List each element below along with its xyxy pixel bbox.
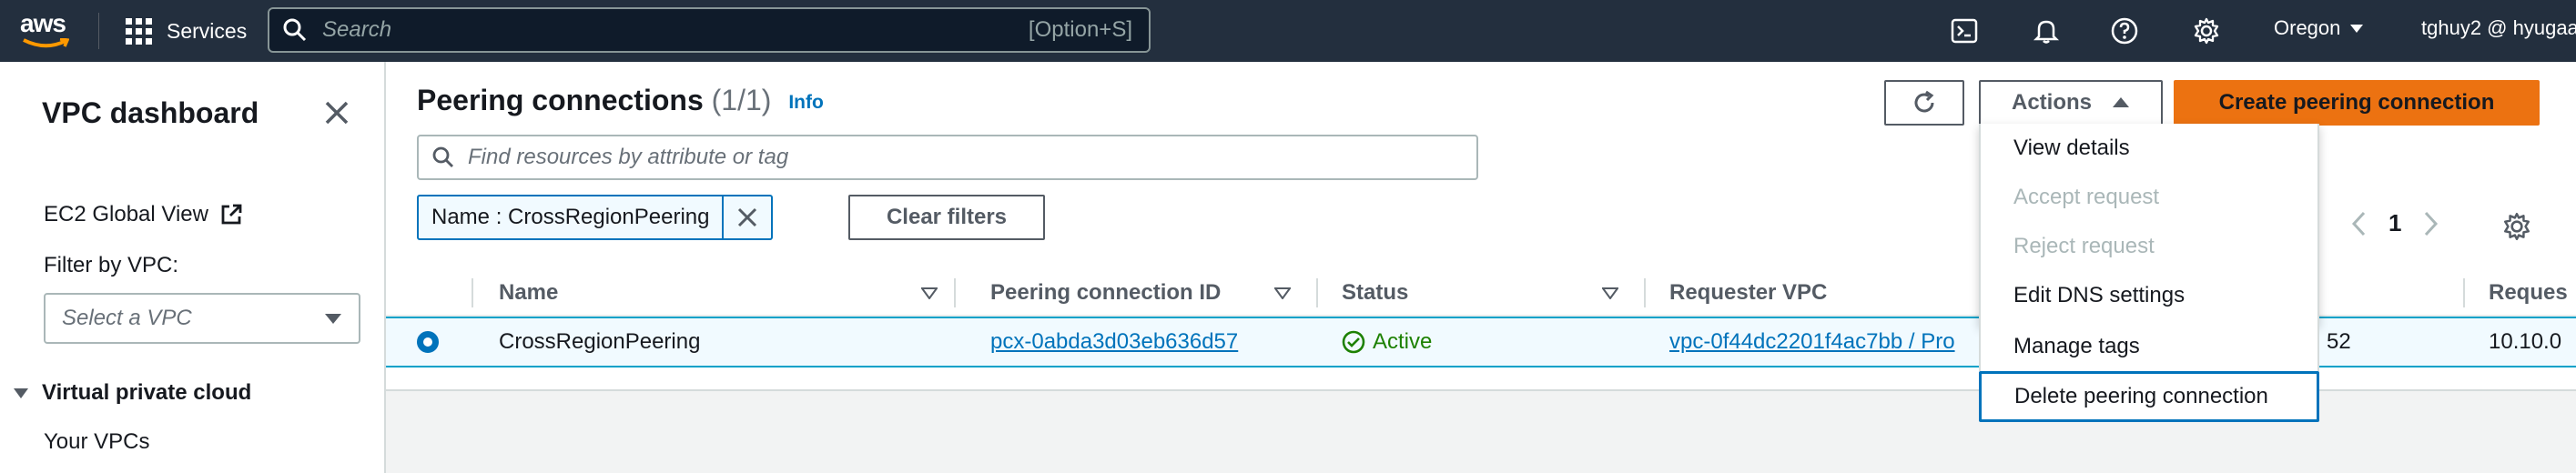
- peering-id-link[interactable]: pcx-0abda3d03eb636d57: [990, 329, 1238, 355]
- notifications-bell-icon[interactable]: [2030, 15, 2063, 47]
- aws-logo[interactable]: aws: [20, 9, 75, 53]
- column-header-peering-id[interactable]: Peering connection ID: [990, 269, 1221, 317]
- menu-item-reject-request: Reject request: [2013, 234, 2155, 258]
- close-icon[interactable]: [322, 98, 351, 127]
- create-peering-connection-button[interactable]: Create peering connection: [2174, 80, 2540, 126]
- external-link-icon: [221, 204, 242, 225]
- menu-item-accept-request: Accept request: [2013, 185, 2160, 209]
- column-separator: [472, 278, 473, 307]
- sort-icon[interactable]: [1274, 269, 1291, 317]
- menu-item-manage-tags[interactable]: Manage tags: [1979, 322, 2319, 371]
- section-label: Virtual private cloud: [42, 380, 252, 405]
- actions-dropdown-menu: View details Accept request Reject reque…: [1979, 124, 2319, 326]
- cell-peering-id: pcx-0abda3d03eb636d57: [990, 318, 1238, 366]
- filter-by-vpc-label: Filter by VPC:: [44, 253, 179, 277]
- menu-item-delete-peering-connection[interactable]: Delete peering connection: [1979, 371, 2319, 422]
- chevron-left-icon[interactable]: [2350, 210, 2367, 237]
- sidebar-item-your-vpcs[interactable]: Your VPCs: [44, 429, 150, 455]
- actions-button[interactable]: Actions: [1979, 80, 2163, 126]
- search-shortcut: [Option+S]: [1028, 17, 1132, 42]
- region-selector[interactable]: Oregon: [2274, 16, 2364, 40]
- table-preferences-gear-icon[interactable]: [2501, 211, 2532, 242]
- clear-filters-button[interactable]: Clear filters: [848, 195, 1045, 240]
- menu-item-edit-dns-settings[interactable]: Edit DNS settings: [1981, 271, 2317, 320]
- search-placeholder: Search: [322, 17, 392, 42]
- column-separator: [1316, 278, 1318, 307]
- filter-token-label: Name : CrossRegionPeering: [419, 196, 725, 238]
- aws-logo-text: aws: [20, 9, 66, 37]
- account-label: tghuy2 @ hyugaa: [2421, 16, 2576, 39]
- refresh-icon: [1914, 90, 1934, 113]
- sidebar-title: VPC dashboard: [42, 96, 259, 129]
- caret-up-icon: [2113, 97, 2129, 107]
- column-header-status[interactable]: Status: [1342, 269, 1408, 317]
- info-link[interactable]: Info: [788, 92, 823, 113]
- page-number[interactable]: 1: [2388, 209, 2401, 237]
- sort-icon[interactable]: [1602, 269, 1618, 317]
- services-menu-button[interactable]: Services: [126, 15, 247, 47]
- help-icon[interactable]: [2108, 15, 2141, 47]
- search-icon: [432, 146, 453, 167]
- requester-vpc-link[interactable]: vpc-0f44dc2201f4ac7bb / Pro: [1669, 329, 1955, 355]
- check-circle-icon: [1342, 330, 1365, 354]
- chevron-right-icon[interactable]: [2423, 210, 2439, 237]
- column-header-name[interactable]: Name: [499, 269, 558, 317]
- column-separator: [954, 278, 956, 307]
- cloudshell-icon[interactable]: [1948, 15, 1981, 47]
- vpc-filter-select[interactable]: Select a VPC: [44, 293, 360, 344]
- column-header-requester-vpc[interactable]: Requester VPC: [1669, 269, 1827, 317]
- vpc-select-placeholder: Select a VPC: [62, 306, 192, 330]
- column-separator: [1644, 278, 1646, 307]
- cell-requester-cidr: 10.10.0: [2489, 329, 2562, 354]
- cell-requester-vpc: vpc-0f44dc2201f4ac7bb / Pro: [1669, 318, 1955, 366]
- column-separator: [2463, 278, 2465, 307]
- sort-icon[interactable]: [921, 269, 938, 317]
- selection-count: (1/1): [711, 84, 772, 116]
- pagination: 1: [2350, 209, 2439, 237]
- caret-down-icon: [325, 314, 341, 324]
- actions-label: Actions: [2011, 90, 2092, 115]
- status-text: Active: [1373, 329, 1433, 354]
- column-header-requester-cidr[interactable]: Reques: [2489, 269, 2568, 317]
- status-badge: Active: [1342, 329, 1432, 355]
- search-icon: [283, 18, 307, 42]
- global-search-input[interactable]: Search [Option+S]: [268, 7, 1151, 53]
- page-title: Peering connections (1/1) Info: [417, 84, 824, 117]
- grid-icon: [126, 17, 152, 45]
- settings-gear-icon[interactable]: [2190, 15, 2223, 47]
- cell-partial: 52: [2327, 329, 2351, 354]
- page-title-text: Peering connections: [417, 84, 704, 116]
- services-label: Services: [167, 18, 248, 43]
- account-menu[interactable]: tghuy2 @ hyugaa: [2421, 16, 2576, 40]
- ec2-global-view-link[interactable]: EC2 Global View: [44, 202, 243, 227]
- row-select-radio[interactable]: [417, 331, 439, 353]
- caret-down-icon: [2350, 25, 2364, 33]
- remove-filter-close-icon[interactable]: [724, 196, 771, 238]
- top-navigation-bar: aws Services Search [Option+S] Oregon tg…: [0, 0, 2576, 62]
- region-label: Oregon: [2274, 16, 2341, 39]
- caret-down-icon: [14, 388, 28, 398]
- cell-status: Active: [1342, 318, 1432, 366]
- cell-name: CrossRegionPeering: [499, 329, 701, 354]
- ec2-global-view-label: EC2 Global View: [44, 202, 208, 226]
- filter-token: Name : CrossRegionPeering: [417, 195, 774, 240]
- virtual-private-cloud-section[interactable]: Virtual private cloud: [13, 380, 251, 406]
- refresh-button[interactable]: [1884, 80, 1964, 126]
- resource-filter-input[interactable]: Find resources by attribute or tag: [417, 135, 1478, 180]
- sidebar: VPC dashboard EC2 Global View Filter by …: [0, 62, 386, 473]
- topbar-divider: [98, 13, 99, 49]
- menu-item-view-details[interactable]: View details: [1981, 124, 2317, 173]
- filter-placeholder: Find resources by attribute or tag: [468, 145, 789, 169]
